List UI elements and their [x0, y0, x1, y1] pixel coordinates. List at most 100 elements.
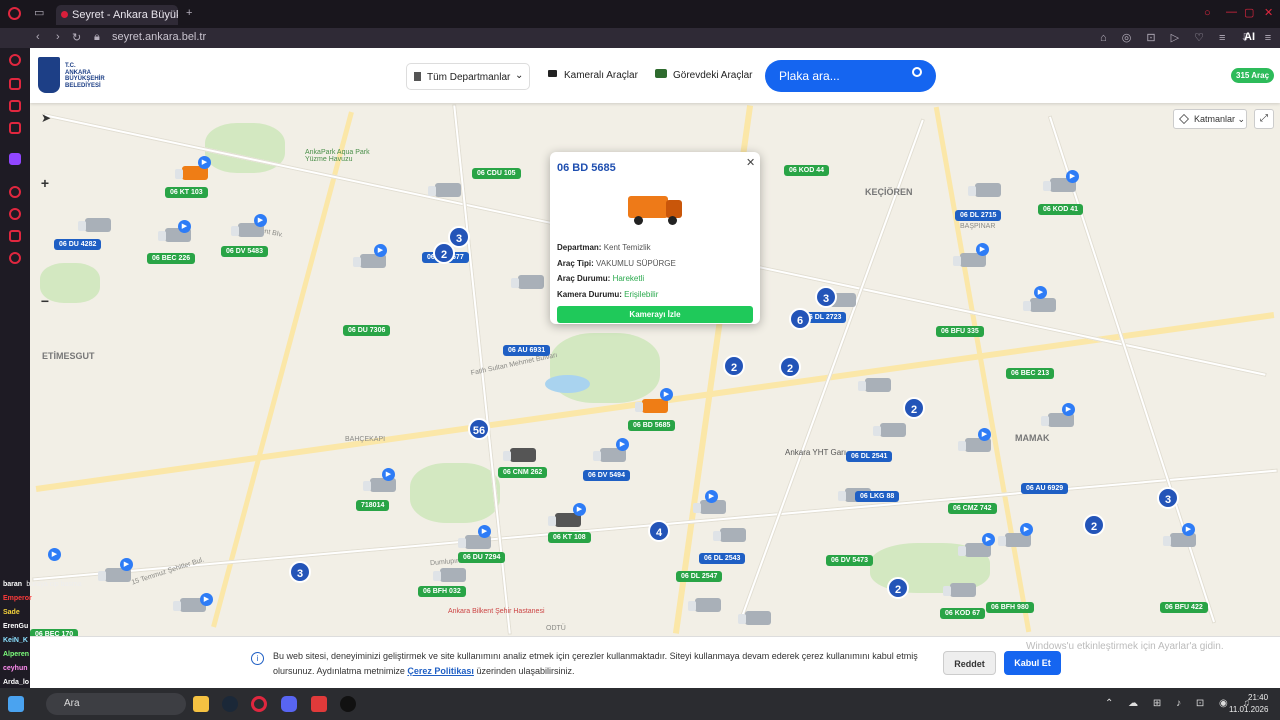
- plate-label[interactable]: 06 BFH 980: [986, 602, 1034, 613]
- cluster-marker[interactable]: 3: [289, 561, 311, 583]
- plate-label[interactable]: 06 LKG 88: [855, 491, 900, 502]
- cluster-marker[interactable]: 2: [779, 356, 801, 378]
- search-tabs-icon[interactable]: ○: [1204, 7, 1211, 19]
- camera-icon[interactable]: ▶: [48, 548, 61, 561]
- camera-icon[interactable]: ▶: [478, 525, 491, 538]
- plate-label[interactable]: 718014: [356, 500, 390, 511]
- camera-icon[interactable]: ▶: [382, 468, 395, 481]
- plate-label[interactable]: 06 KT 103: [165, 187, 208, 198]
- plate-label[interactable]: 06 KT 108: [548, 532, 591, 543]
- camera-icon[interactable]: ▶: [178, 220, 191, 233]
- file-explorer-icon[interactable]: [193, 696, 209, 712]
- duty-vehicles-link[interactable]: Görevdeki Araçlar: [673, 70, 752, 81]
- plate-label[interactable]: 06 CMZ 742: [948, 503, 997, 514]
- cluster-marker[interactable]: 2: [1083, 514, 1105, 536]
- clock-time[interactable]: 21:40: [1248, 693, 1268, 702]
- camera-icon[interactable]: ▶: [1034, 286, 1047, 299]
- vehicle-marker[interactable]: [968, 183, 1001, 197]
- sidebar-icon-2[interactable]: [9, 78, 21, 90]
- maximize-icon[interactable]: ▢: [1244, 6, 1254, 19]
- steam-icon[interactable]: [222, 696, 238, 712]
- clock-date[interactable]: 11.01.2026: [1229, 705, 1268, 714]
- plate-label[interactable]: 06 AU 6931: [503, 345, 551, 356]
- sidebar-icon-5[interactable]: [9, 186, 21, 198]
- sidebar-icon-3[interactable]: [9, 100, 21, 112]
- watch-camera-button[interactable]: Kamerayı İzle: [557, 306, 753, 323]
- sidebar-icon-4[interactable]: [9, 122, 21, 134]
- plate-label[interactable]: 06 DV 5494: [583, 470, 630, 481]
- fullscreen-button[interactable]: ⤢: [1254, 109, 1274, 129]
- camera-icon[interactable]: ▶: [616, 438, 629, 451]
- camera-icon[interactable]: ▶: [660, 388, 673, 401]
- sidebar-icon-1[interactable]: [9, 54, 21, 66]
- plate-label[interactable]: 06 KOD 67: [940, 608, 986, 619]
- camera-icon[interactable]: ▶: [978, 428, 991, 441]
- camera-icon[interactable]: ▶: [1182, 523, 1195, 536]
- department-select[interactable]: Tüm Departmanlar ⌄: [406, 63, 530, 90]
- cluster-marker[interactable]: 3: [1157, 487, 1179, 509]
- opera-logo-icon[interactable]: [8, 7, 21, 20]
- plate-label[interactable]: 06 DU 7306: [343, 325, 391, 336]
- accept-button[interactable]: Kabul Et: [1004, 651, 1061, 675]
- settings-icon[interactable]: [9, 252, 21, 264]
- close-window-icon[interactable]: ✕: [1264, 6, 1273, 19]
- vehicle-marker[interactable]: [873, 423, 906, 437]
- discord-icon[interactable]: [281, 696, 297, 712]
- app-icon[interactable]: [311, 696, 327, 712]
- plate-label[interactable]: 06 DL 2543: [699, 553, 746, 564]
- plate-label[interactable]: 06 DU 7294: [458, 552, 506, 563]
- close-icon[interactable]: ✕: [746, 156, 755, 169]
- cluster-marker[interactable]: 2: [887, 577, 909, 599]
- tab-seyret[interactable]: Seyret - Ankara Büyükşehi: [56, 5, 178, 25]
- camera-icon[interactable]: ▶: [1062, 403, 1075, 416]
- app-icon[interactable]: [340, 696, 356, 712]
- plate-label[interactable]: 06 DL 2547: [676, 571, 723, 582]
- camera-icon[interactable]: ▶: [573, 503, 586, 516]
- ai-icon[interactable]: AI: [1244, 31, 1255, 43]
- layers-button[interactable]: Katmanlar ⌄: [1173, 109, 1247, 129]
- plate-search-input[interactable]: Plaka ara...: [765, 60, 936, 92]
- vehicle-marker[interactable]: [1163, 533, 1196, 547]
- vehicle-marker[interactable]: [635, 399, 668, 413]
- vehicle-marker[interactable]: [433, 568, 466, 582]
- cluster-marker[interactable]: 4: [648, 520, 670, 542]
- camera-icon[interactable]: ▶: [976, 243, 989, 256]
- plate-label[interactable]: 06 BEC 226: [147, 253, 196, 264]
- opera-icon[interactable]: [251, 696, 267, 712]
- cookie-policy-link[interactable]: Çerez Politikası: [407, 666, 474, 676]
- zoom-out-button[interactable]: −: [36, 293, 54, 311]
- plate-label[interactable]: 06 DV 5473: [826, 555, 873, 566]
- plate-label[interactable]: 06 DL 2541: [846, 451, 893, 462]
- minimize-icon[interactable]: —: [1226, 6, 1237, 18]
- camera-vehicles-link[interactable]: Kameralı Araçlar: [564, 70, 638, 81]
- plate-label[interactable]: 06 CNM 262: [498, 467, 548, 478]
- vehicle-marker[interactable]: [363, 478, 396, 492]
- cluster-marker[interactable]: 2: [433, 242, 455, 264]
- plate-label[interactable]: 06 DL 2715: [955, 210, 1002, 221]
- camera-icon[interactable]: ▶: [198, 156, 211, 169]
- vehicle-marker[interactable]: [78, 218, 111, 232]
- abb-logo[interactable]: [38, 57, 60, 93]
- camera-icon[interactable]: ▶: [374, 244, 387, 257]
- forward-icon[interactable]: ›: [56, 31, 60, 43]
- zoom-in-button[interactable]: +: [36, 175, 54, 193]
- camera-icon[interactable]: ▶: [120, 558, 133, 571]
- camera-icon[interactable]: ▶: [982, 533, 995, 546]
- cluster-marker[interactable]: 2: [903, 397, 925, 419]
- camera-icon[interactable]: ▶: [705, 490, 718, 503]
- reload-icon[interactable]: ↻: [72, 31, 81, 44]
- history-icon[interactable]: [9, 208, 21, 220]
- camera-icon[interactable]: ▶: [200, 593, 213, 606]
- plate-label[interactable]: 06 CDU 105: [472, 168, 521, 179]
- vehicle-marker[interactable]: [858, 378, 891, 392]
- cluster-marker[interactable]: 56: [468, 418, 490, 440]
- back-icon[interactable]: ‹: [36, 31, 40, 43]
- plate-label[interactable]: 06 KOD 41: [1038, 204, 1084, 215]
- vehicle-marker[interactable]: [713, 528, 746, 542]
- url-field[interactable]: seyret.ankara.bel.tr: [112, 31, 206, 43]
- sidebar-icon-6[interactable]: [9, 230, 21, 242]
- tab-manager-icon[interactable]: ▭: [34, 6, 44, 19]
- vehicle-marker[interactable]: [738, 611, 771, 625]
- locate-button[interactable]: ➤: [38, 111, 54, 127]
- plate-label[interactable]: 06 KOD 44: [784, 165, 830, 176]
